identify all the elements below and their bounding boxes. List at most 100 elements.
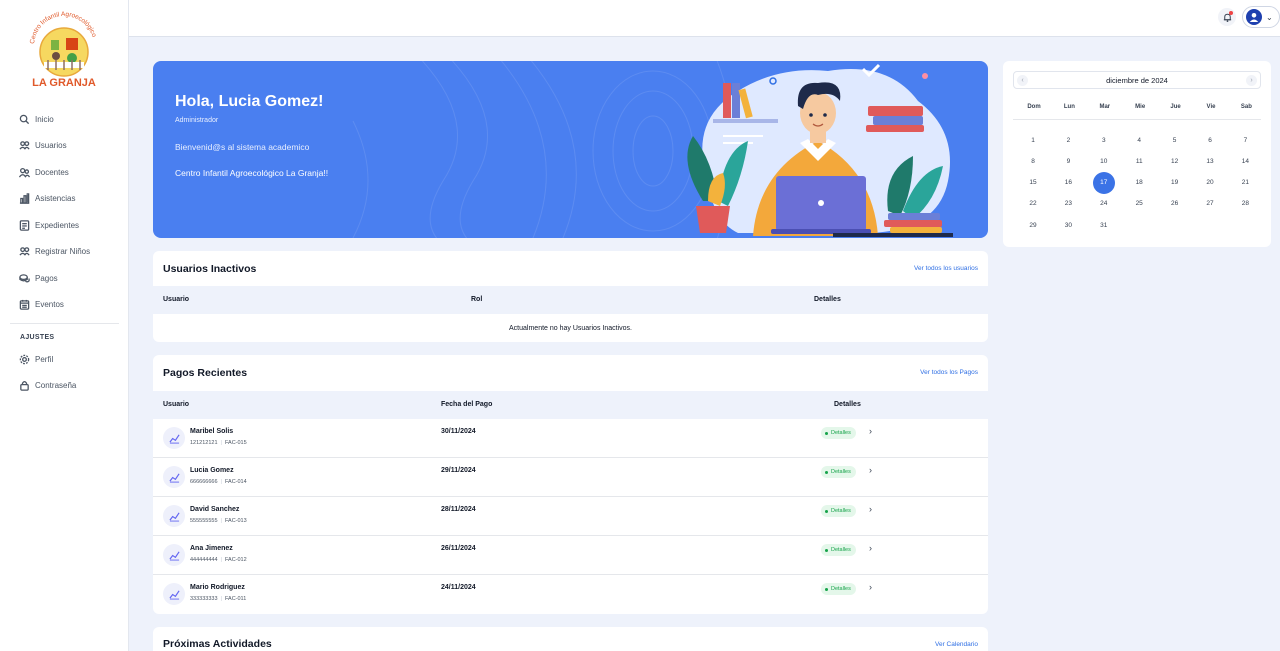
calendar-day[interactable]: 15	[1022, 172, 1044, 194]
folder-icon	[19, 220, 30, 231]
calendar-day[interactable]: 22	[1022, 193, 1044, 215]
la-granja-logo[interactable]: Centro Infantil Agroecológico LA GRANJA	[26, 6, 102, 92]
lock-icon	[20, 381, 29, 391]
calendar-day-selected[interactable]: 17	[1092, 171, 1115, 194]
calendar-widget: diciembre de 2024 ‹ › Dom Lun Mar Mie Jue Vie…	[1003, 61, 1271, 247]
chevron-right-icon[interactable]: ›	[869, 504, 872, 514]
calendar-day[interactable]: 11	[1128, 150, 1150, 172]
details-badge[interactable]: Detalles	[821, 466, 856, 478]
calendar-day[interactable]: 24	[1093, 193, 1115, 215]
view-all-payments-link[interactable]: Ver todos los Pagos	[920, 369, 978, 376]
calendar-day[interactable]: 10	[1093, 150, 1115, 172]
user-menu-button[interactable]: ⌄	[1242, 6, 1280, 28]
calendar-day[interactable]: 3	[1093, 129, 1115, 151]
calendar-day[interactable]: 20	[1199, 172, 1221, 194]
bar-chart-icon	[19, 193, 30, 204]
calendar-weekdays: Dom Lun Mar Mie Jue Vie Sab	[1013, 94, 1261, 120]
chevron-right-icon[interactable]: ›	[869, 426, 872, 436]
chevron-right-icon[interactable]: ›	[869, 582, 872, 592]
sidebar-nav: Inicio Usuarios Docentes Asistencias Exp…	[0, 106, 129, 399]
view-calendar-link[interactable]: Ver Calendario	[935, 641, 978, 648]
weekday-label: Jue	[1170, 104, 1181, 110]
prev-month-button[interactable]: ‹	[1017, 75, 1028, 86]
calendar-day[interactable]: 14	[1234, 150, 1256, 172]
next-month-button[interactable]: ›	[1246, 75, 1257, 86]
sidebar-item-usuarios[interactable]: Usuarios	[0, 133, 129, 160]
payer-id: 444444444	[190, 557, 218, 563]
sidebar-item-inicio[interactable]: Inicio	[0, 106, 129, 133]
sidebar-item-asistencias[interactable]: Asistencias	[0, 186, 129, 213]
payer-id: 333333333	[190, 596, 218, 602]
details-badge[interactable]: Detalles	[821, 544, 856, 556]
calendar-day[interactable]: 5	[1164, 129, 1186, 151]
calendar-day[interactable]: 9	[1057, 150, 1079, 172]
sidebar-item-eventos[interactable]: Eventos	[0, 292, 129, 319]
calendar-day[interactable]: 8	[1022, 150, 1044, 172]
calendar-day[interactable]: 6	[1199, 129, 1221, 151]
column-header-usuario: Usuario	[163, 401, 190, 408]
calendar-day[interactable]: 23	[1057, 193, 1079, 215]
welcome-text: Bienvenid@s al sistema academico	[175, 142, 310, 152]
calendar-day[interactable]: 25	[1128, 193, 1150, 215]
payer-id: 121212121	[190, 440, 218, 446]
calendar-day[interactable]: 30	[1057, 214, 1079, 236]
gear-icon	[19, 354, 30, 365]
calendar-day[interactable]: 31	[1093, 214, 1115, 236]
calendar-day[interactable]: 2	[1057, 129, 1079, 151]
payer-name: Ana Jimenez	[190, 545, 233, 552]
details-badge-label: Detalles	[831, 430, 851, 436]
view-all-users-link[interactable]: Ver todos los usuarios	[914, 265, 978, 272]
cash-icon	[19, 273, 30, 283]
sidebar-item-contrasena[interactable]: Contraseña	[0, 373, 129, 400]
notification-dot	[1229, 11, 1233, 15]
calendar-day[interactable]: 13	[1199, 150, 1221, 172]
sidebar-item-label: Inicio	[35, 114, 54, 124]
trend-icon	[163, 427, 185, 449]
sidebar-item-pagos[interactable]: Pagos	[0, 265, 129, 292]
calendar-day[interactable]: 29	[1022, 214, 1044, 236]
payment-row: David Sanchez 555555555 | FAC-013 28/11/2024…	[153, 497, 988, 536]
sidebar-item-docentes[interactable]: Docentes	[0, 159, 129, 186]
calendar-day[interactable]: 27	[1199, 193, 1221, 215]
calendar-day[interactable]: 7	[1234, 129, 1256, 151]
calendar-day[interactable]: 19	[1164, 172, 1186, 194]
sidebar-item-expedientes[interactable]: Expedientes	[0, 212, 129, 239]
calendar-day[interactable]: 18	[1128, 172, 1150, 194]
home-icon	[19, 114, 30, 124]
column-header-rol: Rol	[471, 296, 483, 303]
inactive-users-card: Usuarios Inactivos Ver todos los usuario…	[153, 251, 988, 342]
invoice-number: FAC-011	[224, 596, 247, 602]
calendar-day[interactable]: 28	[1234, 193, 1256, 215]
details-badge[interactable]: Detalles	[821, 583, 856, 595]
sidebar-item-registrar-ninos[interactable]: Registrar Niños	[0, 239, 129, 266]
details-badge[interactable]: Detalles	[821, 505, 856, 517]
sidebar-item-perfil[interactable]: Perfil	[0, 346, 129, 373]
invoice-number: FAC-015	[224, 440, 247, 446]
calendar-day[interactable]: 12	[1164, 150, 1186, 172]
payment-row: Mario Rodriguez 333333333 | FAC-011 24/11/20…	[153, 575, 988, 614]
payer-name: Mario Rodriguez	[190, 584, 245, 591]
notifications-button[interactable]	[1218, 8, 1236, 26]
sidebar-item-label: Contraseña	[35, 381, 77, 391]
calendar-day[interactable]: 1	[1022, 129, 1044, 151]
weekday-label: Sab	[1240, 104, 1252, 110]
calendar-day[interactable]: 26	[1164, 193, 1186, 215]
status-dot	[825, 509, 828, 513]
payment-row: Lucia Gomez 666666666 | FAC-014 29/11/2024 De…	[153, 458, 988, 497]
calendar-day[interactable]: 16	[1057, 172, 1079, 194]
chevron-right-icon[interactable]: ›	[869, 543, 872, 553]
calendar-day[interactable]: 4	[1128, 129, 1150, 151]
meta-separator: |	[220, 479, 222, 485]
payer-meta: 444444444 | FAC-012	[190, 557, 247, 563]
payment-row: Ana Jimenez 444444444 | FAC-012 26/11/2024 De…	[153, 536, 988, 575]
payer-id: 666666666	[190, 479, 218, 485]
sidebar-item-label: Asistencias	[35, 194, 76, 204]
calendar-day[interactable]: 21	[1234, 172, 1256, 194]
sidebar: Centro Infantil Agroecológico LA GRANJA …	[0, 0, 129, 651]
payment-row: Maribel Solis 121212121 | FAC-015 30/11/2024…	[153, 419, 988, 458]
trend-icon	[163, 583, 185, 605]
top-bar: ⌄	[129, 0, 1280, 37]
details-badge[interactable]: Detalles	[821, 427, 856, 439]
payer-name: David Sanchez	[190, 506, 240, 513]
chevron-right-icon[interactable]: ›	[869, 465, 872, 475]
